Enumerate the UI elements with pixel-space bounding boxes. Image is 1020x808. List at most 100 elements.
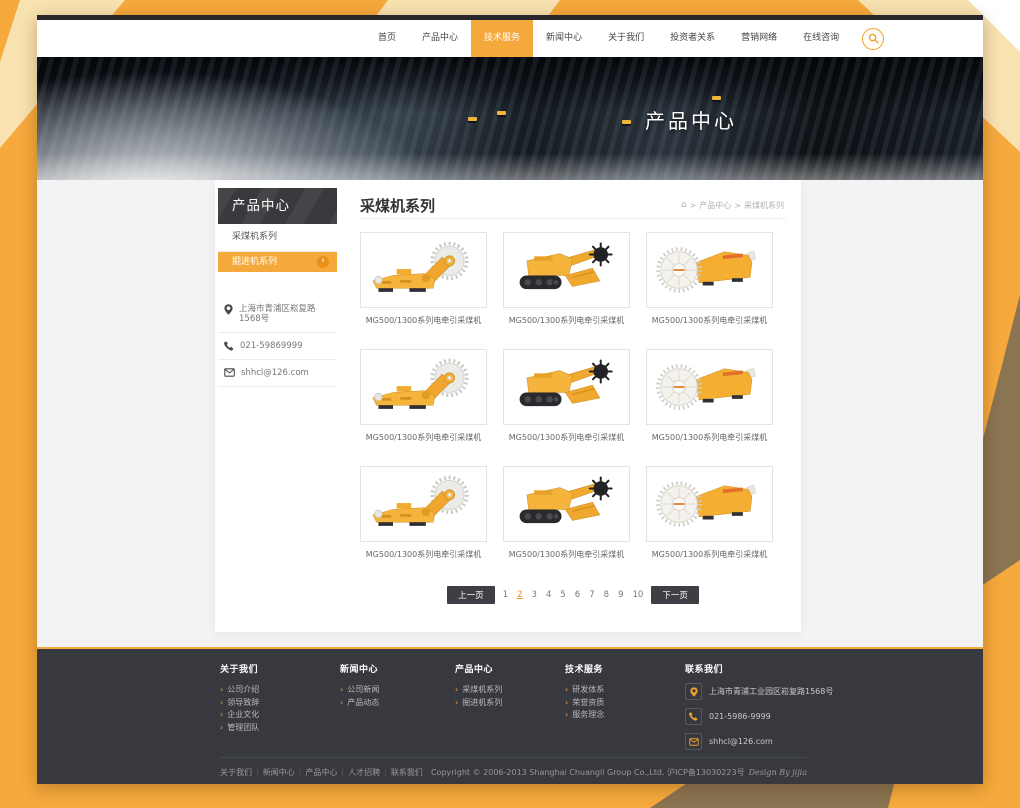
page-number-1[interactable]: 1 (502, 590, 509, 600)
footer-link[interactable]: 产品动态 (340, 697, 455, 710)
page-number-6[interactable]: 6 (574, 590, 581, 600)
footer-col-title: 技术服务 (565, 662, 685, 675)
footer-col-news: 新闻中心 公司新闻 产品动态 (340, 662, 455, 750)
sidebar-item-roadheader-series[interactable]: 掘进机系列 › (218, 252, 337, 272)
contact-email-row: shhcl@126.com (218, 360, 337, 387)
breadcrumb-products[interactable]: 产品中心 (699, 200, 731, 211)
prev-page-button[interactable]: 上一页 (447, 586, 495, 604)
bottom-link-about[interactable]: 关于我们 (220, 768, 252, 777)
footer-col-contact: 联系我们 上海市青浦工业园区崧复路1568号 021-5986-9999 shh… (685, 662, 833, 750)
disc-machine-illustration (654, 356, 766, 418)
main-area: 产品中心 采煤机系列 掘进机系列 › 上海市青浦区崧复路1568号 021-59… (37, 180, 983, 647)
product-title[interactable]: MG500/1300系列电牵引采煤机 (646, 549, 773, 560)
footer-email-row: shhcl@126.com (685, 733, 833, 750)
footer-link[interactable]: 公司介绍 (220, 684, 340, 697)
product-card[interactable]: MG500/1300系列电牵引采煤机 (360, 349, 487, 443)
footer-col-title: 关于我们 (220, 662, 340, 675)
breadcrumb-separator: > (734, 201, 741, 210)
footer-link[interactable]: 研发体系 (565, 684, 685, 697)
page-number-3[interactable]: 3 (531, 590, 538, 600)
nav-item-marketing[interactable]: 营销网络 (728, 20, 790, 57)
roadheader-machine-illustration (511, 473, 623, 535)
bottom-link-contact[interactable]: 联系我们 (391, 768, 423, 777)
product-card[interactable]: MG500/1300系列电牵引采煤机 (360, 466, 487, 560)
nav-item-online-consult[interactable]: 在线咨询 (790, 20, 852, 57)
product-title[interactable]: MG500/1300系列电牵引采煤机 (503, 432, 630, 443)
nav-item-news[interactable]: 新闻中心 (533, 20, 595, 57)
product-image (503, 349, 630, 425)
bottom-link-news[interactable]: 新闻中心 (263, 768, 295, 777)
nav-item-home[interactable]: 首页 (365, 20, 409, 57)
sidebar-item-label: 掘进机系列 (232, 252, 317, 272)
nav-item-products[interactable]: 产品中心 (409, 20, 471, 57)
product-card[interactable]: MG500/1300系列电牵引采煤机 (646, 349, 773, 443)
product-card[interactable]: MG500/1300系列电牵引采煤机 (503, 466, 630, 560)
nav-item-tech-service[interactable]: 技术服务 (471, 20, 533, 57)
search-button[interactable] (862, 28, 884, 50)
home-icon[interactable]: ⌂ (681, 200, 687, 210)
copyright: Copyright © 2006-2013 Shanghai Chuangli … (431, 767, 807, 778)
product-title[interactable]: MG500/1300系列电牵引采煤机 (646, 432, 773, 443)
nav-item-about[interactable]: 关于我们 (595, 20, 657, 57)
footer-bottom-bar: 关于我们|新闻中心|产品中心|人才招聘|联系我们 Copyright © 200… (220, 757, 807, 778)
site-header: 首页 产品中心 技术服务 新闻中心 关于我们 投资者关系 营销网络 在线咨询 (37, 20, 983, 57)
footer-col-about: 关于我们 公司介绍 领导致辞 企业文化 管理团队 (220, 662, 340, 750)
product-title[interactable]: MG500/1300系列电牵引采煤机 (360, 549, 487, 560)
page-number-9[interactable]: 9 (617, 590, 624, 600)
product-image (503, 466, 630, 542)
product-card[interactable]: MG500/1300系列电牵引采煤机 (503, 232, 630, 326)
footer-phone: 021-5986-9999 (709, 712, 771, 721)
footer-col-title: 联系我们 (685, 662, 833, 675)
footer-link[interactable]: 掘进机系列 (455, 697, 565, 710)
design-by: Design By jijia (749, 768, 807, 777)
shearer-machine-illustration (368, 239, 480, 301)
footer-link[interactable]: 企业文化 (220, 709, 340, 722)
page-number-4[interactable]: 4 (545, 590, 552, 600)
page-number-2-current[interactable]: 2 (516, 590, 523, 600)
bottom-link-jobs[interactable]: 人才招聘 (348, 768, 380, 777)
product-card[interactable]: MG500/1300系列电牵引采煤机 (646, 232, 773, 326)
footer-link[interactable]: 荣誉资质 (565, 697, 685, 710)
footer-link[interactable]: 服务理念 (565, 709, 685, 722)
page-number-10[interactable]: 10 (631, 590, 644, 600)
footer-bottom-links: 关于我们|新闻中心|产品中心|人才招聘|联系我们 (220, 767, 423, 778)
footer-col-title: 新闻中心 (340, 662, 455, 675)
product-title[interactable]: MG500/1300系列电牵引采煤机 (360, 315, 487, 326)
breadcrumb-separator: > (690, 201, 697, 210)
footer-link[interactable]: 领导致辞 (220, 697, 340, 710)
mail-icon (224, 368, 235, 377)
mine-truck (712, 96, 721, 100)
product-card[interactable]: MG500/1300系列电牵引采煤机 (646, 466, 773, 560)
main-nav: 首页 产品中心 技术服务 新闻中心 关于我们 投资者关系 营销网络 在线咨询 (365, 20, 884, 57)
breadcrumb: ⌂ > 产品中心 > 采煤机系列 (681, 200, 786, 211)
site-footer: 关于我们 公司介绍 领导致辞 企业文化 管理团队 新闻中心 公司新闻 产品动态 … (37, 647, 983, 784)
footer-col-tech: 技术服务 研发体系 荣誉资质 服务理念 (565, 662, 685, 750)
shearer-machine-illustration (368, 473, 480, 535)
product-card[interactable]: MG500/1300系列电牵引采煤机 (360, 232, 487, 326)
bottom-link-products[interactable]: 产品中心 (305, 768, 337, 777)
product-title[interactable]: MG500/1300系列电牵引采煤机 (503, 315, 630, 326)
page-number-8[interactable]: 8 (603, 590, 610, 600)
footer-link[interactable]: 采煤机系列 (455, 684, 565, 697)
footer-link[interactable]: 管理团队 (220, 722, 340, 735)
product-title[interactable]: MG500/1300系列电牵引采煤机 (503, 549, 630, 560)
content-sheet: 产品中心 采煤机系列 掘进机系列 › 上海市青浦区崧复路1568号 021-59… (215, 180, 801, 632)
mine-truck (497, 111, 506, 115)
copyright-text: Copyright © 2006-2013 Shanghai Chuangli … (431, 768, 745, 777)
main-column: 采煤机系列 ⌂ > 产品中心 > 采煤机系列 MG500/1300系列电牵引采煤… (360, 180, 786, 632)
product-title[interactable]: MG500/1300系列电牵引采煤机 (360, 432, 487, 443)
product-image (360, 466, 487, 542)
sidebar-item-shearer-series[interactable]: 采煤机系列 (218, 224, 337, 252)
footer-link[interactable]: 公司新闻 (340, 684, 455, 697)
chevron-right-icon: › (317, 256, 329, 268)
product-card[interactable]: MG500/1300系列电牵引采煤机 (503, 349, 630, 443)
contact-phone: 021-59869999 (240, 341, 303, 351)
mail-icon (685, 733, 702, 750)
nav-item-investor[interactable]: 投资者关系 (657, 20, 728, 57)
page-number-5[interactable]: 5 (559, 590, 566, 600)
next-page-button[interactable]: 下一页 (651, 586, 699, 604)
page-number-7[interactable]: 7 (588, 590, 595, 600)
hero-title: 产品中心 (645, 105, 737, 134)
phone-icon (685, 708, 702, 725)
product-title[interactable]: MG500/1300系列电牵引采煤机 (646, 315, 773, 326)
